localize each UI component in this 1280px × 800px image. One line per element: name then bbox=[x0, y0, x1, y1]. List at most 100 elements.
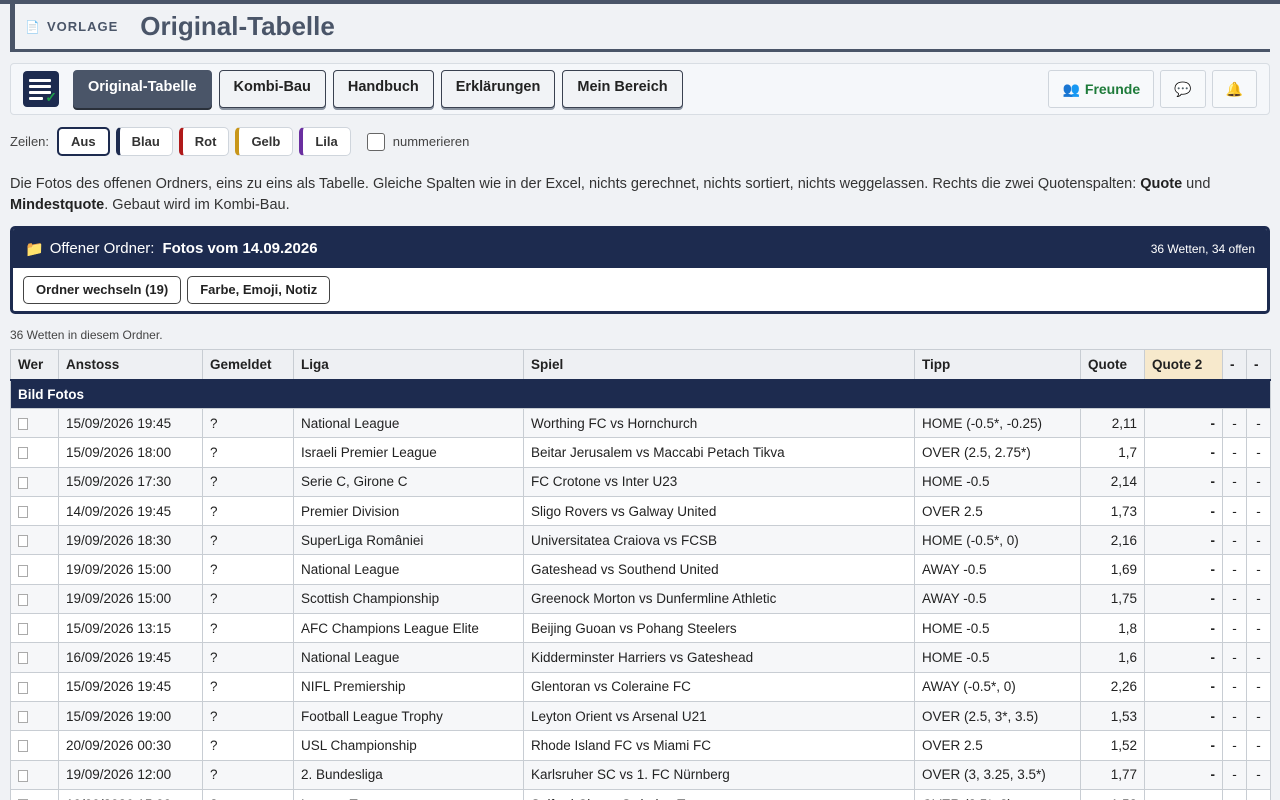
cell-gemeldet: ? bbox=[202, 759, 294, 790]
cell-quote-2[interactable]: - bbox=[1144, 554, 1223, 585]
cell-extra-1: - bbox=[1222, 730, 1247, 761]
row-select-cell[interactable] bbox=[10, 495, 59, 527]
cell-quote-2[interactable]: - bbox=[1144, 407, 1223, 439]
row-checkbox[interactable] bbox=[18, 564, 28, 577]
cell-quote-2[interactable]: - bbox=[1144, 642, 1223, 673]
row-select-cell[interactable] bbox=[10, 554, 59, 585]
table-row[interactable]: 15/09/2026 19:45? NIFL Premiership Glentor… bbox=[10, 671, 1271, 702]
document-icon: 📄 bbox=[25, 19, 41, 34]
row-select-cell[interactable] bbox=[10, 759, 59, 790]
col-anstoss[interactable]: Anstoss bbox=[58, 349, 203, 381]
cell-quote-2[interactable]: - bbox=[1144, 437, 1223, 468]
nav-original-tabelle[interactable]: Original-Tabelle bbox=[73, 70, 212, 108]
nav-handbuch[interactable]: Handbuch bbox=[332, 70, 434, 108]
row-checkbox[interactable] bbox=[18, 652, 28, 665]
row-checkbox[interactable] bbox=[18, 505, 28, 518]
zeilen-lila-button[interactable]: Lila bbox=[299, 127, 351, 156]
row-select-cell[interactable] bbox=[10, 525, 59, 556]
col-gemeldet[interactable]: Gemeldet bbox=[202, 349, 294, 381]
row-checkbox[interactable] bbox=[18, 769, 28, 782]
table-row[interactable]: 14/09/2026 19:45? Premier Division Sligo R… bbox=[10, 495, 1271, 527]
switch-folder-button[interactable]: Ordner wechseln (19) bbox=[23, 275, 182, 304]
nav-mein-bereich[interactable]: Mein Bereich bbox=[562, 70, 683, 108]
row-select-cell[interactable] bbox=[10, 407, 59, 439]
cell-gemeldet: ? bbox=[202, 583, 294, 615]
row-checkbox[interactable] bbox=[18, 711, 28, 724]
cell-quote-2[interactable]: - bbox=[1144, 525, 1223, 556]
col-wer[interactable]: Wer bbox=[10, 349, 59, 381]
row-select-cell[interactable] bbox=[10, 700, 59, 732]
nav-erklaerungen[interactable]: Erklärungen bbox=[440, 70, 556, 108]
row-checkbox[interactable] bbox=[18, 418, 28, 431]
cell-spiel: Gateshead vs Southend United bbox=[523, 554, 915, 585]
zeilen-gelb-button[interactable]: Gelb bbox=[235, 127, 294, 156]
numerieren-checkbox[interactable] bbox=[366, 132, 385, 151]
cell-gemeldet: ? bbox=[202, 407, 294, 439]
col-extra-1[interactable]: - bbox=[1222, 349, 1247, 381]
row-checkbox[interactable] bbox=[18, 535, 28, 548]
table-row[interactable]: 15/09/2026 19:45? National League Worthing… bbox=[10, 407, 1271, 439]
cell-quote-2[interactable]: - bbox=[1144, 671, 1223, 702]
cell-quote-2[interactable]: - bbox=[1144, 613, 1223, 644]
cell-spiel: Beitar Jerusalem vs Maccabi Petach Tikva bbox=[523, 437, 915, 468]
cell-quote-2[interactable]: - bbox=[1144, 466, 1223, 497]
table-row[interactable]: 15/09/2026 18:00? Israeli Premier League B… bbox=[10, 437, 1271, 468]
zeilen-rot-button[interactable]: Rot bbox=[178, 127, 230, 156]
col-extra-2[interactable]: - bbox=[1246, 349, 1271, 381]
col-tipp[interactable]: Tipp bbox=[914, 349, 1081, 381]
table-row[interactable]: 19/09/2026 15:00? Scottish Championship Gr… bbox=[10, 583, 1271, 615]
cell-tipp: HOME -0.5 bbox=[914, 642, 1081, 673]
row-checkbox[interactable] bbox=[18, 447, 28, 460]
table-row[interactable]: 19/09/2026 12:00? 2. Bundesliga Karlsruher… bbox=[10, 759, 1271, 790]
row-select-cell[interactable] bbox=[10, 613, 59, 644]
zeilen-blau-button[interactable]: Blau bbox=[115, 127, 173, 156]
row-select-cell[interactable] bbox=[10, 466, 59, 497]
row-select-cell[interactable] bbox=[10, 437, 59, 468]
numerieren-toggle[interactable]: nummerieren bbox=[366, 132, 469, 151]
cell-tipp: OVER (2.5*, 3) bbox=[914, 788, 1081, 800]
app-logo-icon[interactable]: ✓ bbox=[23, 71, 59, 107]
cell-quote-2[interactable]: - bbox=[1144, 583, 1223, 615]
col-quote[interactable]: Quote bbox=[1080, 349, 1145, 381]
row-select-cell[interactable] bbox=[10, 642, 59, 673]
row-checkbox[interactable] bbox=[18, 593, 28, 606]
cell-tipp: AWAY (-0.5*, 0) bbox=[914, 671, 1081, 702]
cell-tipp: AWAY -0.5 bbox=[914, 554, 1081, 585]
cell-extra-1: - bbox=[1222, 466, 1247, 497]
folder-style-button[interactable]: Farbe, Emoji, Notiz bbox=[187, 275, 331, 304]
cell-gemeldet: ? bbox=[202, 466, 294, 497]
table-row[interactable]: 19/09/2026 18:30? SuperLiga României Unive… bbox=[10, 525, 1271, 556]
nav-kombi-bau[interactable]: Kombi-Bau bbox=[218, 70, 326, 108]
table-row[interactable]: 19/09/2026 15:00?League TwoSalford City … bbox=[10, 788, 1271, 800]
row-checkbox[interactable] bbox=[18, 623, 28, 636]
table-row[interactable]: 15/09/2026 17:30? Serie C, Girone C FC Cro… bbox=[10, 466, 1271, 497]
cell-quote: 1,75 bbox=[1080, 583, 1145, 615]
notifications-button[interactable]: 🔔 bbox=[1211, 70, 1257, 108]
cell-quote-2[interactable]: - bbox=[1144, 730, 1223, 761]
col-spiel[interactable]: Spiel bbox=[523, 349, 915, 381]
row-checkbox[interactable] bbox=[18, 681, 28, 694]
row-select-cell[interactable] bbox=[10, 583, 59, 615]
row-select-cell[interactable] bbox=[10, 788, 59, 800]
row-select-cell[interactable] bbox=[10, 730, 59, 761]
table-row[interactable]: 19/09/2026 15:00? National League Gateshea… bbox=[10, 554, 1271, 585]
cell-quote-2[interactable]: - bbox=[1144, 700, 1223, 732]
cell-quote-2[interactable]: - bbox=[1144, 788, 1223, 800]
row-select-cell[interactable] bbox=[10, 671, 59, 702]
zeilen-aus-button[interactable]: Aus bbox=[57, 127, 110, 156]
table-row[interactable]: 15/09/2026 13:15? AFC Champions League El… bbox=[10, 613, 1271, 644]
col-liga[interactable]: Liga bbox=[293, 349, 524, 381]
cell-spiel: Karlsruher SC vs 1. FC Nürnberg bbox=[523, 759, 915, 790]
cell-extra-1: - bbox=[1222, 613, 1247, 644]
table-row[interactable]: 16/09/2026 19:45? National League Kiddermi… bbox=[10, 642, 1271, 673]
table-row[interactable]: 15/09/2026 19:00? Football League Trophy L… bbox=[10, 700, 1271, 732]
chat-button[interactable]: 💬 bbox=[1160, 70, 1206, 108]
table-row[interactable]: 20/09/2026 00:30? USL Championship Rhode I… bbox=[10, 730, 1271, 761]
cell-spiel: Kidderminster Harriers vs Gateshead bbox=[523, 642, 915, 673]
row-checkbox[interactable] bbox=[18, 476, 28, 489]
col-quote-2[interactable]: Quote 2 bbox=[1144, 349, 1223, 381]
row-checkbox[interactable] bbox=[18, 740, 28, 753]
friends-button[interactable]: 👥 Freunde bbox=[1048, 70, 1155, 108]
cell-quote-2[interactable]: - bbox=[1144, 495, 1223, 527]
cell-quote-2[interactable]: - bbox=[1144, 759, 1223, 790]
